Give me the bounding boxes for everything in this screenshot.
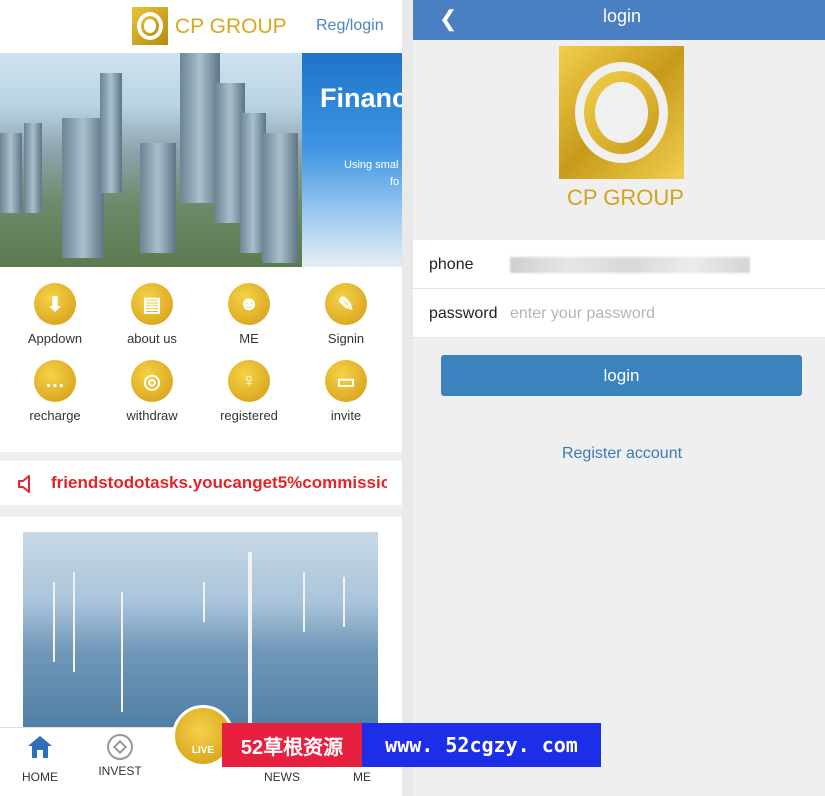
- banner-subtitle: Using smal: [344, 159, 399, 171]
- home-screen: CP GROUP Reg/login Financ Using smal fo: [0, 0, 402, 796]
- password-input[interactable]: [510, 299, 810, 329]
- login-header: login ❮: [413, 0, 825, 40]
- menu-item-withdraw[interactable]: ◎ withdraw: [104, 360, 200, 423]
- menu-item-label: about us: [127, 331, 177, 346]
- menu-item-label: Signin: [327, 331, 365, 346]
- nav-home-label: HOME: [22, 770, 58, 784]
- login-screen: login ❮ CP GROUP phone password login Re…: [413, 0, 825, 796]
- menu-item-label: Appdown: [27, 331, 83, 346]
- notice-text: friendstodotasks.youcanget5%commission: [51, 473, 387, 492]
- menu-item-me[interactable]: ☻ ME: [201, 283, 297, 346]
- cp-group-big-logo-icon: [559, 46, 684, 179]
- document-icon: ▤: [131, 283, 173, 325]
- watermark-red: 52草根资源: [222, 723, 362, 767]
- screen: CP GROUP Reg/login Financ Using smal fo: [0, 0, 825, 796]
- reg-login-link[interactable]: Reg/login: [316, 17, 384, 35]
- register-account-link[interactable]: Register account: [413, 445, 825, 463]
- menu-item-label: recharge: [29, 408, 81, 423]
- live-label: LIVE: [191, 745, 215, 756]
- menu-item-label: registered: [220, 408, 278, 423]
- nav-news[interactable]: NEWS: [264, 770, 300, 784]
- menu-item-about-us[interactable]: ▤ about us: [104, 283, 200, 346]
- banner-carousel[interactable]: Financ Using smal fo: [0, 53, 402, 267]
- wallet-icon: ▭: [325, 360, 367, 402]
- menu-item-label: withdraw: [126, 408, 178, 423]
- menu-item-label: invite: [330, 408, 362, 423]
- phone-row: phone: [413, 240, 825, 289]
- phone-label: phone: [429, 256, 474, 273]
- nav-me[interactable]: ME: [353, 770, 371, 784]
- news-image-wind-turbines[interactable]: [23, 532, 378, 732]
- menu-item-label: ME: [239, 331, 259, 346]
- back-icon[interactable]: ❮: [439, 6, 457, 32]
- home-header: CP GROUP Reg/login: [0, 0, 402, 52]
- chat-icon: …: [34, 360, 76, 402]
- password-row: password: [413, 289, 825, 338]
- watermark-blue: www. 52cgzy. com: [362, 723, 601, 767]
- menu-item-signin[interactable]: ✎ Signin: [298, 283, 394, 346]
- cp-group-logo-icon: [132, 7, 168, 45]
- planet-icon: ◎: [131, 360, 173, 402]
- menu-item-invite[interactable]: ▭ invite: [298, 360, 394, 423]
- menu-item-registered[interactable]: ♀ registered: [201, 360, 297, 423]
- banner-subtitle-2: fo: [390, 176, 400, 188]
- nav-invest-label: INVEST: [98, 764, 142, 778]
- menu-item-recharge[interactable]: … recharge: [7, 360, 103, 423]
- login-title: login: [602, 6, 642, 26]
- nav-home[interactable]: HOME: [0, 728, 80, 784]
- bulb-icon: ♀: [228, 360, 270, 402]
- notice-marquee[interactable]: friendstodotasks.youcanget5%commission: [0, 461, 402, 505]
- divider: [0, 452, 402, 461]
- watermark-banner: 52草根资源 www. 52cgzy. com: [222, 723, 601, 767]
- lock-icon: ✎: [325, 283, 367, 325]
- menu-item-appdown[interactable]: ⬇ Appdown: [7, 283, 103, 346]
- home-logo-text: CP GROUP: [175, 15, 287, 38]
- divider: [0, 505, 402, 517]
- banner-city-image: [0, 53, 302, 267]
- users-icon: ☻: [228, 283, 270, 325]
- login-logo-text: CP GROUP: [567, 185, 684, 210]
- download-icon: ⬇: [34, 283, 76, 325]
- password-label: password: [429, 305, 498, 322]
- login-form: phone password: [413, 240, 825, 338]
- invest-icon: [107, 734, 133, 760]
- speaker-icon: [18, 475, 30, 493]
- login-button[interactable]: login: [441, 355, 802, 396]
- phone-input[interactable]: [510, 250, 810, 280]
- banner-title: Financ: [320, 83, 402, 113]
- home-icon: [28, 736, 52, 758]
- nav-invest[interactable]: INVEST: [80, 728, 160, 778]
